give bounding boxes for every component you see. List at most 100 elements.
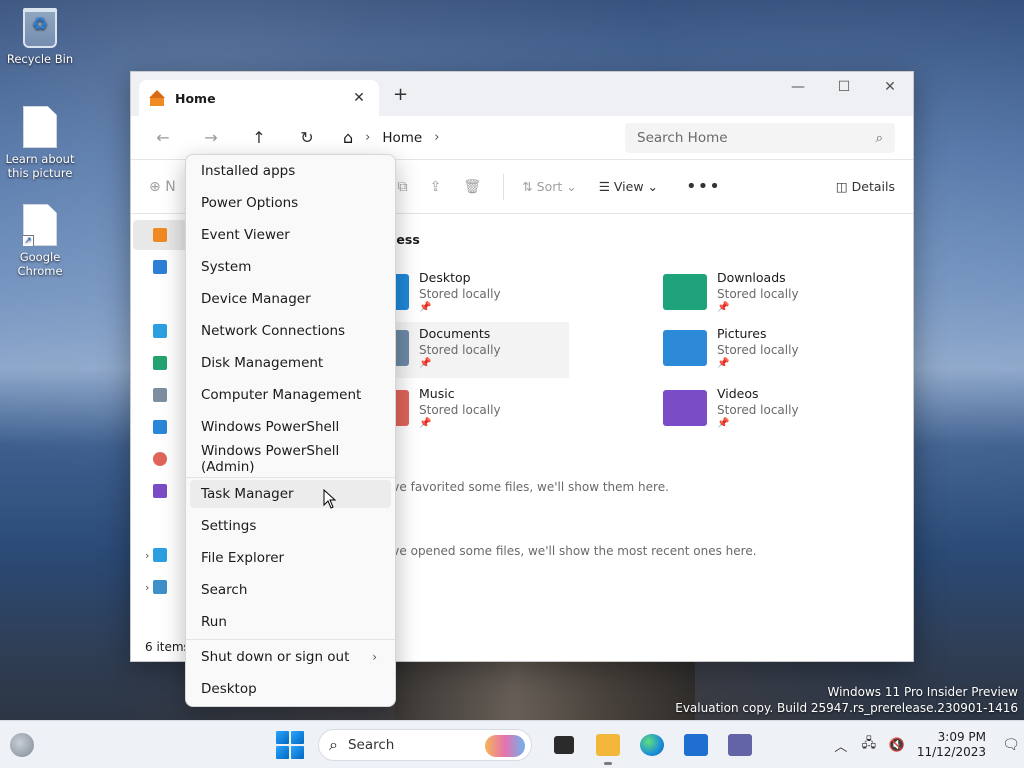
chevron-right-icon[interactable]: › [434,130,439,145]
menu-item-windows-powershell-admin[interactable]: Windows PowerShell (Admin) [190,443,391,475]
folder-name: Documents [419,326,491,341]
running-indicator [604,762,612,765]
menu-item-system[interactable]: System [190,253,391,281]
forward-button[interactable]: → [187,128,235,147]
new-button[interactable]: ⊕ N [149,179,176,195]
details-button[interactable]: ◫ Details [836,179,895,194]
menu-separator [186,477,395,478]
chevron-right-icon[interactable]: › [145,549,149,562]
breadcrumb[interactable]: ⌂ › Home › [335,123,625,153]
task-view-button[interactable] [542,723,586,767]
nav-item-music[interactable] [133,444,187,474]
home-icon [153,228,167,242]
document-icon: ↗ [23,204,57,246]
menu-item-installed-apps[interactable]: Installed apps [190,157,391,185]
folder-desktop[interactable]: Desktop Stored locally 📌 [389,266,609,322]
home-crumb-icon[interactable]: ⌂ [343,128,353,147]
teams-taskbar-button[interactable] [718,723,762,767]
menu-item-windows-powershell[interactable]: Windows PowerShell [190,413,391,441]
back-button[interactable]: ← [139,128,187,147]
desktop-icon-label: Learn about this picture [5,152,75,180]
menu-item-disk-management[interactable]: Disk Management [190,349,391,377]
this-pc-icon [153,548,167,562]
taskbar-search[interactable]: ⌕ Search [318,729,532,761]
folder-text: Desktop Stored locally 📌 [419,266,501,322]
music-icon [153,452,167,466]
chevron-right-icon[interactable]: › [145,581,149,594]
more-options-button[interactable]: ••• [686,176,721,197]
folder-subtitle: Stored locally [419,287,501,301]
nav-item-this-pc[interactable]: › [133,540,187,570]
view-button[interactable]: ☰ View ⌄ [599,179,658,194]
folder-videos[interactable]: Videos Stored locally 📌 [663,382,883,438]
sort-button[interactable]: ⇅ Sort ⌄ [522,179,577,194]
nav-item-documents[interactable] [133,380,187,410]
folder-name: Videos [717,386,759,401]
menu-item-desktop[interactable]: Desktop [190,675,391,703]
nav-item-network[interactable]: › [133,572,187,602]
menu-item-network-connections[interactable]: Network Connections [190,317,391,345]
menu-item-computer-management[interactable]: Computer Management [190,381,391,409]
search-icon: ⌕ [329,735,338,754]
sort-label: Sort [536,179,563,194]
notification-icon[interactable]: 🗨 [998,737,1024,753]
start-button[interactable] [276,731,304,759]
folder-subtitle: Stored locally [419,343,501,357]
folder-documents[interactable]: Documents Stored locally 📌 [389,322,569,378]
desktop-icon-google-chrome[interactable]: ↗ Google Chrome [2,204,78,278]
menu-item-settings[interactable]: Settings [190,512,391,540]
folder-name: Music [419,386,455,401]
network-icon [153,580,167,594]
folder-text: Pictures Stored locally 📌 [717,322,799,378]
item-count: 6 items [145,640,190,654]
menu-item-event-viewer[interactable]: Event Viewer [190,221,391,249]
file-explorer-taskbar-button[interactable] [586,723,630,767]
copy-icon[interactable]: ⧉ [398,179,408,195]
desktop-icon-recycle-bin[interactable]: Recycle Bin [2,8,78,66]
folder-downloads[interactable]: Downloads Stored locally 📌 [663,266,883,322]
menu-item-task-manager[interactable]: Task Manager [190,480,391,508]
menu-item-device-manager[interactable]: Device Manager [190,285,391,313]
edge-taskbar-button[interactable] [630,723,674,767]
store-taskbar-button[interactable] [674,723,718,767]
show-hidden-icons-button[interactable]: ︿ [827,736,855,755]
weather-widget-icon[interactable] [10,733,34,757]
tab-home[interactable]: Home ✕ [139,80,379,116]
pin-icon: 📌 [419,302,432,313]
minimize-button[interactable]: — [775,72,821,102]
refresh-button[interactable]: ↻ [283,128,331,147]
volume-muted-icon[interactable]: 🔇 [883,738,911,753]
folder-music[interactable]: Music Stored locally 📌 [389,382,609,438]
desktop-icon-label: Recycle Bin [6,52,74,66]
maximize-button[interactable]: ☐ [821,72,867,102]
menu-item-search[interactable]: Search [190,576,391,604]
close-button[interactable]: ✕ [867,72,913,102]
nav-item-downloads[interactable] [133,348,187,378]
search-input[interactable]: Search Home ⌕ [625,122,895,153]
pin-icon: 📌 [717,302,730,313]
nav-item-home[interactable] [133,220,187,250]
menu-item-file-explorer[interactable]: File Explorer [190,544,391,572]
nav-item-videos[interactable] [133,476,187,506]
menu-item-run[interactable]: Run [190,608,391,636]
nav-item-desktop[interactable] [133,316,187,346]
pictures-folder-icon [663,330,707,366]
nav-item-gallery[interactable] [133,252,187,282]
menu-item-power-options[interactable]: Power Options [190,189,391,217]
new-tab-button[interactable]: + [393,84,408,105]
network-icon[interactable]: 🖧 [855,734,883,756]
up-button[interactable]: ↑ [235,128,283,147]
menu-item-shut-down[interactable]: Shut down or sign out › [190,643,391,671]
menu-item-label: Shut down or sign out [201,649,350,665]
clock[interactable]: 3:09 PM 11/12/2023 [917,730,986,760]
share-icon[interactable]: ⇪ [430,179,442,195]
nav-item-pictures[interactable] [133,412,187,442]
folder-pictures[interactable]: Pictures Stored locally 📌 [663,322,883,378]
delete-icon[interactable]: 🗑 [463,179,481,195]
search-placeholder: Search Home [637,129,728,146]
desktop-icon-learn-about-picture[interactable]: Learn about this picture [2,106,78,180]
breadcrumb-home[interactable]: Home [382,130,422,146]
folder-subtitle: Stored locally [717,403,799,417]
folder-subtitle: Stored locally [717,343,799,357]
tab-close-button[interactable]: ✕ [349,90,369,106]
